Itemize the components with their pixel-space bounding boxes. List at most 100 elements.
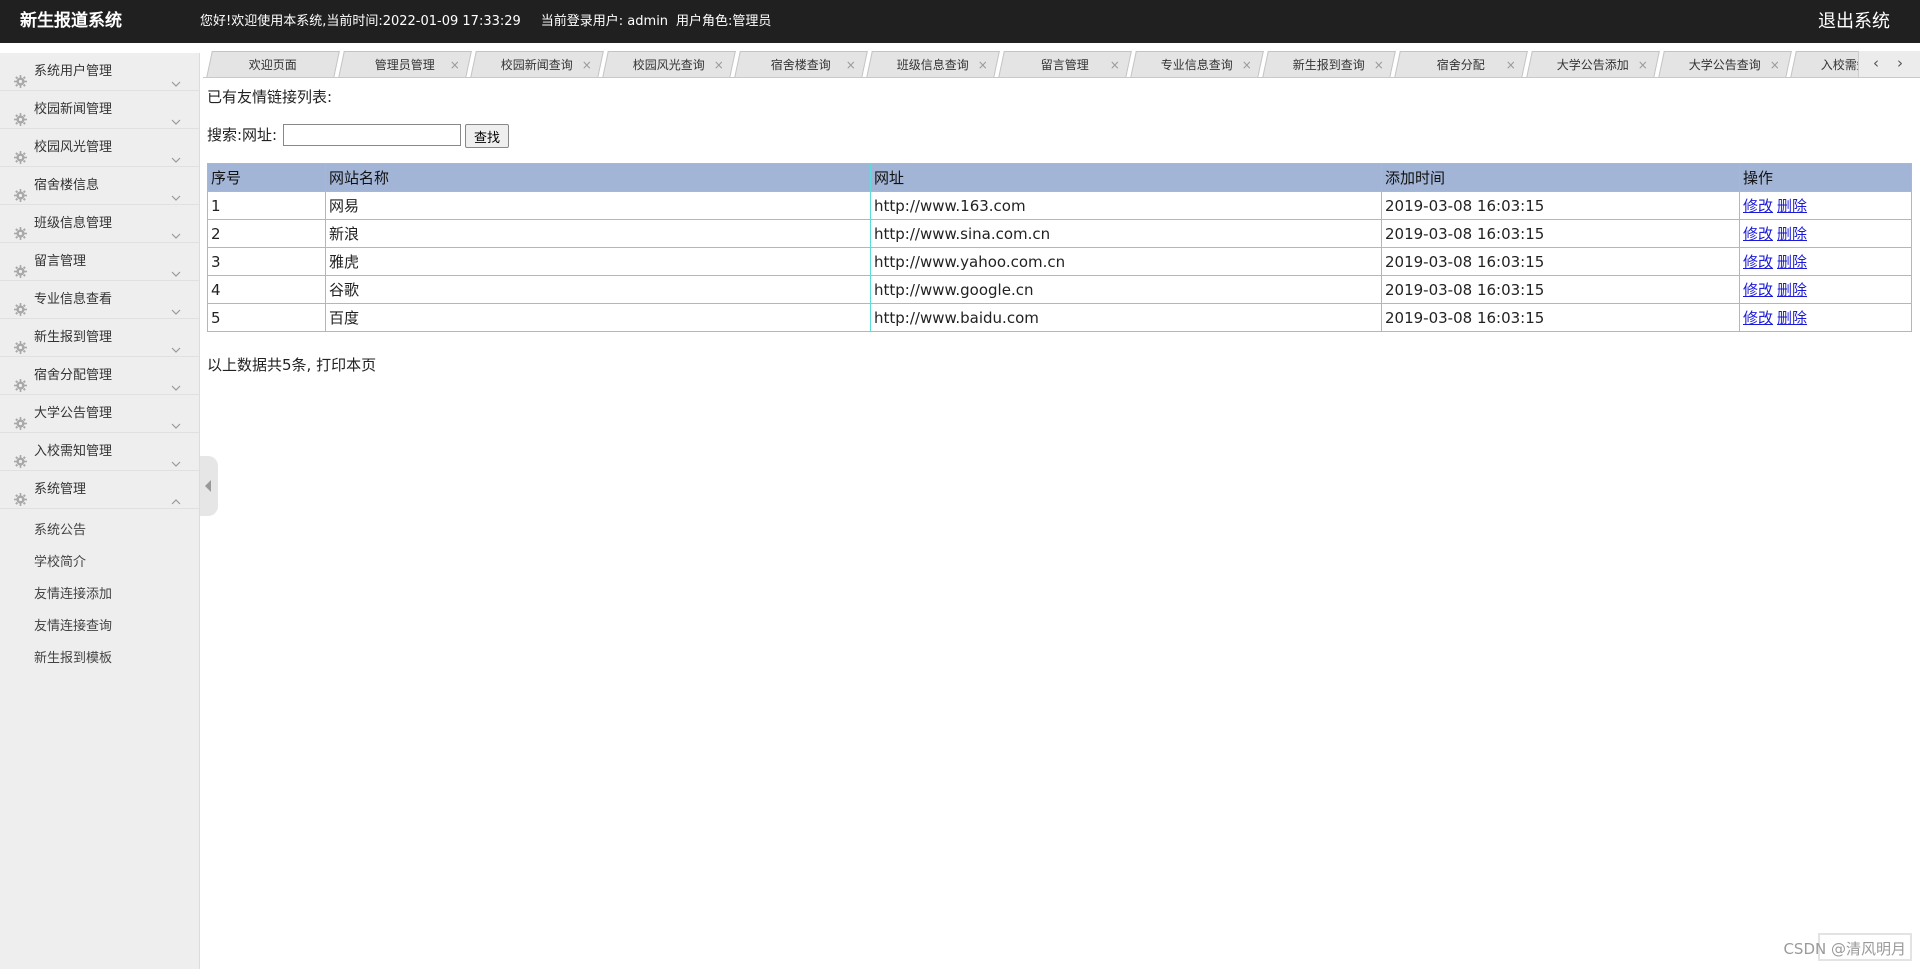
greeting-text: 您好!欢迎使用本系统,当前时间:2022-01-09 17:33:29 [200,14,521,29]
tab[interactable]: 班级信息查询 × [866,51,1000,77]
sidebar-item[interactable]: 留言管理 [0,243,199,281]
tab-scroll-nav: ‹ › [1858,51,1920,77]
tab[interactable]: 宿舍楼查询 × [734,51,868,77]
delete-link[interactable]: 删除 [1777,309,1807,327]
gear-icon [14,218,27,240]
sidebar-item-label: 专业信息查看 [34,292,113,307]
cell-actions: 修改 删除 [1739,191,1912,220]
sidebar-item[interactable]: 校园新闻管理 [0,91,199,129]
sidebar-item[interactable]: 宿舍分配管理 [0,357,199,395]
current-user-text: 当前登录用户: admin [540,14,669,29]
sidebar-item-label: 校园风光管理 [34,140,113,155]
tab-close-icon[interactable]: × [978,52,988,77]
sidebar-item-label: 宿舍分配管理 [34,368,113,383]
sidebar-item[interactable]: 系统用户管理 [0,53,199,91]
tab[interactable]: 欢迎页面 [206,51,340,77]
submenu-item[interactable]: 系统公告 [0,515,199,547]
cell-no: 4 [207,275,326,304]
table-row: 4 谷歌 http://www.google.cn 2019-03-08 16:03:… [207,275,1912,304]
table-row: 2 新浪 http://www.sina.com.cn 2019-03-08 16:0… [207,219,1912,248]
col-header-no: 序号 [207,163,326,192]
edit-link[interactable]: 修改 [1743,281,1773,299]
cell-site-name: 谷歌 [325,275,871,304]
sidebar-collapse-handle[interactable] [200,456,218,516]
chevron-down-icon [171,447,181,467]
sidebar-item[interactable]: 大学公告管理 [0,395,199,433]
delete-link[interactable]: 删除 [1777,197,1807,215]
sidebar-item[interactable]: 新生报到管理 [0,319,199,357]
delete-link[interactable]: 删除 [1777,225,1807,243]
system-submenu: 系统公告 学校简介 友情连接添加 友情连接查询 新生报到模板 [0,509,199,675]
search-button[interactable]: 查找 [465,124,509,148]
tab-prev-icon[interactable]: ‹ [1873,51,1879,75]
sidebar-item-label: 入校需知管理 [34,444,113,459]
cell-added-time: 2019-03-08 16:03:15 [1381,247,1740,276]
table-row: 5 百度 http://www.baidu.com 2019-03-08 16:03:… [207,303,1912,332]
sidebar-item[interactable]: 班级信息管理 [0,205,199,243]
tab-close-icon[interactable]: × [714,52,724,77]
tab-close-icon[interactable]: × [1242,52,1252,77]
tab-next-icon[interactable]: › [1897,51,1903,75]
cell-no: 5 [207,303,326,332]
edit-link[interactable]: 修改 [1743,225,1773,243]
submenu-item[interactable]: 新生报到模板 [0,643,199,675]
cell-url: http://www.yahoo.com.cn [870,247,1382,276]
tab[interactable]: 新生报到查询 × [1262,51,1396,77]
tab[interactable]: 专业信息查询 × [1130,51,1264,77]
delete-link[interactable]: 删除 [1777,281,1807,299]
edit-link[interactable]: 修改 [1743,197,1773,215]
cell-added-time: 2019-03-08 16:03:15 [1381,275,1740,304]
edit-link[interactable]: 修改 [1743,253,1773,271]
chevron-down-icon [171,219,181,239]
gear-icon [14,66,27,88]
edit-link[interactable]: 修改 [1743,309,1773,327]
cell-no: 2 [207,219,326,248]
sidebar-item-label: 宿舍楼信息 [34,178,100,193]
submenu-item[interactable]: 学校简介 [0,547,199,579]
sidebar-item[interactable]: 入校需知管理 [0,433,199,471]
sidebar-item[interactable]: 校园风光管理 [0,129,199,167]
gear-icon [14,104,27,126]
submenu-item[interactable]: 友情连接查询 [0,611,199,643]
sidebar-item[interactable]: 系统管理 [0,471,199,509]
user-role-text: 用户角色:管理员 [676,14,772,29]
tab-close-icon[interactable]: × [582,52,592,77]
tab[interactable]: 大学公告查询 × [1658,51,1792,77]
gear-icon [14,446,27,468]
tab-close-icon[interactable]: × [1770,52,1780,77]
tab-close-icon[interactable]: × [1638,52,1648,77]
cell-actions: 修改 删除 [1739,247,1912,276]
sidebar-item[interactable]: 宿舍楼信息 [0,167,199,205]
table-row: 3 雅虎 http://www.yahoo.com.cn 2019-03-08 16:… [207,247,1912,276]
tab-label: 欢迎页面 [248,58,297,72]
gear-icon [14,484,27,506]
tab-close-icon[interactable]: × [846,52,856,77]
sidebar-item[interactable]: 专业信息查看 [0,281,199,319]
chevron-up-icon [171,485,181,505]
table-header-row: 序号 网站名称 网址 添加时间 操作 [207,163,1912,192]
cell-url: http://www.163.com [870,191,1382,220]
tab-bar: 欢迎页面 管理员管理 × 校园新闻查询 × 校园风光查询 × 宿舍楼查询 × 班级信息查询 × 留言管… [203,51,1920,78]
cell-site-name: 百度 [325,303,871,332]
tab[interactable]: 管理员管理 × [338,51,472,77]
gear-icon [14,294,27,316]
tab[interactable]: 宿舍分配 × [1394,51,1528,77]
logout-button[interactable]: 退出系统 [1818,0,1890,43]
welcome-bar: 您好!欢迎使用本系统,当前时间:2022-01-09 17:33:29 当前登录用… [200,0,771,43]
tab-close-icon[interactable]: × [1374,52,1384,77]
submenu-item[interactable]: 友情连接添加 [0,579,199,611]
list-title: 已有友情链接列表: [207,88,333,106]
tab[interactable]: 留言管理 × [998,51,1132,77]
search-url-input[interactable] [283,124,461,146]
tab[interactable]: 校园新闻查询 × [470,51,604,77]
delete-link[interactable]: 删除 [1777,253,1807,271]
tab-close-icon[interactable]: × [1110,52,1120,77]
cell-added-time: 2019-03-08 16:03:15 [1381,219,1740,248]
tab[interactable]: 大学公告添加 × [1526,51,1660,77]
sidebar-item-label: 系统管理 [34,482,87,497]
chevron-down-icon [171,181,181,201]
cell-added-time: 2019-03-08 16:03:15 [1381,303,1740,332]
tab[interactable]: 校园风光查询 × [602,51,736,77]
tab-close-icon[interactable]: × [450,52,460,77]
tab-close-icon[interactable]: × [1506,52,1516,77]
